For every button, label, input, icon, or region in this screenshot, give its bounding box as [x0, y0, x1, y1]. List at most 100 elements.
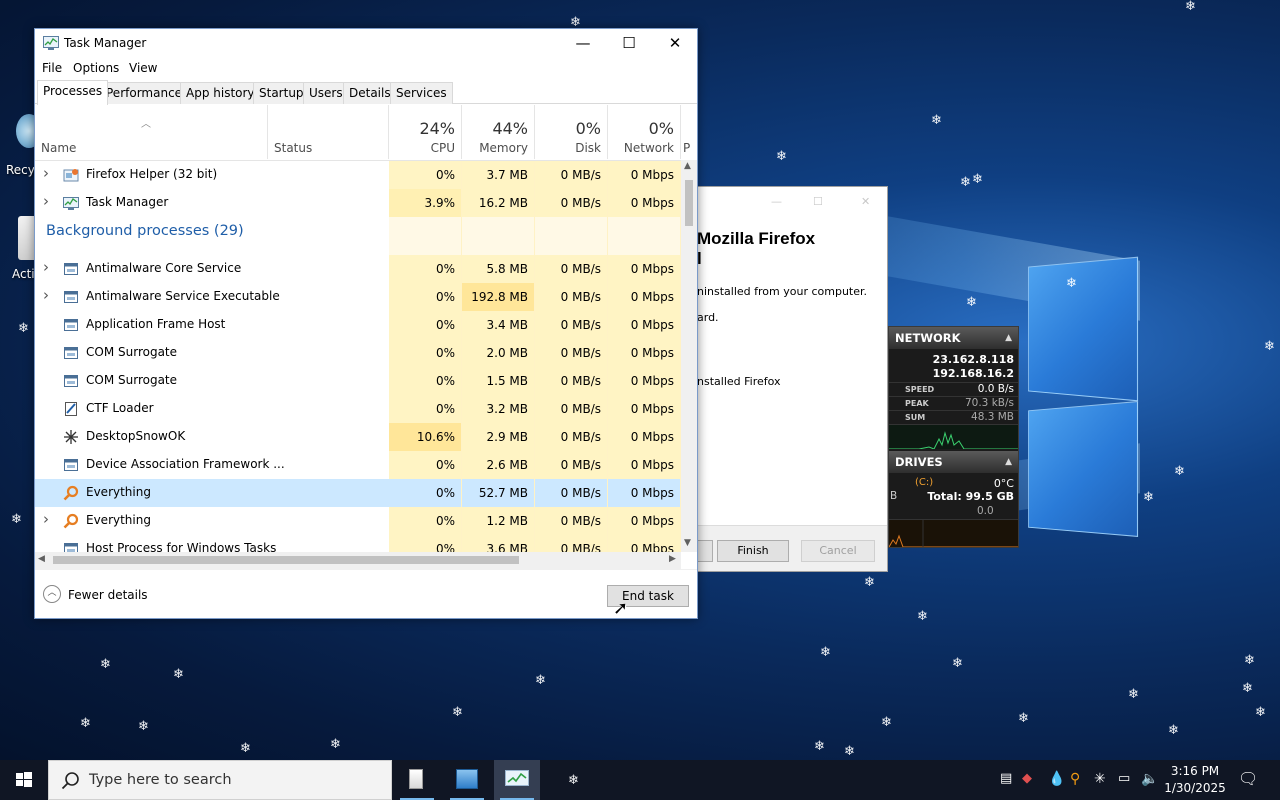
table-row[interactable]: › Antimalware Core Service 0% 5.8 MB 0 MB/s 0…: [35, 255, 681, 283]
vertical-scrollbar[interactable]: ▲ ▼: [681, 160, 697, 552]
menu-options[interactable]: Options: [73, 61, 119, 75]
tray-gadget-icon[interactable]: ◆: [1022, 771, 1032, 786]
cancel-button[interactable]: Cancel: [801, 540, 875, 562]
scroll-left-arrow-icon[interactable]: ◀: [38, 554, 45, 564]
process-cpu-cell: 0%: [389, 479, 462, 507]
horizontal-scroll-thumb[interactable]: [53, 556, 519, 564]
close-button[interactable]: ✕: [652, 29, 698, 58]
tab-services[interactable]: Services: [390, 82, 453, 104]
minimize-button[interactable]: —: [560, 29, 606, 58]
start-button[interactable]: [0, 760, 48, 800]
tab-users[interactable]: Users: [303, 82, 349, 104]
scroll-down-arrow-icon[interactable]: ▼: [684, 538, 691, 548]
column-header-disk[interactable]: 0% Disk: [535, 105, 608, 159]
process-name: DesktopSnowOK: [86, 429, 186, 443]
chevron-right-icon[interactable]: ›: [43, 510, 49, 528]
table-row[interactable]: › Task Manager 3.9% 16.2 MB 0 MB/s 0 Mbps: [35, 189, 681, 217]
search-box[interactable]: Type here to search: [48, 760, 392, 800]
tab-details[interactable]: Details: [343, 82, 397, 104]
column-name-label: Name: [41, 141, 77, 155]
column-header-network[interactable]: 0% Network: [608, 105, 681, 159]
task-manager-icon: [43, 36, 59, 50]
table-row[interactable]: Host Process for Windows Tasks 0% 3.6 MB 0 …: [35, 535, 681, 552]
clock-time: 3:16 PM: [1170, 764, 1220, 778]
maximize-icon[interactable]: ☐: [813, 195, 823, 208]
finish-button[interactable]: Finish: [717, 540, 789, 562]
collapse-arrow-icon[interactable]: ▲: [1005, 451, 1012, 473]
taskbar-task-manager[interactable]: [494, 760, 540, 800]
title-bar[interactable]: Task Manager — ☐ ✕: [35, 29, 697, 58]
table-row[interactable]: Device Association Framework ... 0% 2.6 MB…: [35, 451, 681, 479]
chevron-up-circle-icon[interactable]: ︿: [43, 585, 61, 603]
tray-everything-icon[interactable]: ⚲: [1070, 771, 1080, 787]
table-row[interactable]: CTF Loader 0% 3.2 MB 0 MB/s 0 Mbps: [35, 395, 681, 423]
chevron-right-icon[interactable]: ›: [43, 192, 49, 210]
recycle-bin-label[interactable]: Recy: [6, 163, 35, 177]
tray-volume-icon[interactable]: 🔈: [1141, 771, 1158, 787]
process-disk-cell: 0 MB/s: [535, 395, 608, 423]
table-row[interactable]: COM Surrogate 0% 2.0 MB 0 MB/s 0 Mbps: [35, 339, 681, 367]
tab-performance[interactable]: Performance: [100, 82, 189, 104]
fewer-details-link[interactable]: Fewer details: [68, 588, 148, 602]
snowflake-icon: ❄: [173, 667, 184, 682]
taskbar-clock[interactable]: 3:16 PM 1/30/2025: [1164, 763, 1226, 797]
column-header-cpu[interactable]: 24% CPU: [389, 105, 462, 159]
process-disk-cell: 0 MB/s: [535, 255, 608, 283]
tray-network-icon[interactable]: ▭: [1118, 771, 1130, 786]
windows-logo-icon: [16, 772, 32, 787]
column-header-power[interactable]: P: [681, 105, 697, 159]
taskbar-file-explorer[interactable]: [394, 760, 440, 800]
table-row[interactable]: Everything 0% 52.7 MB 0 MB/s 0 Mbps: [35, 479, 681, 507]
notifications-icon[interactable]: 🗨: [1238, 769, 1258, 788]
network-header[interactable]: NETWORK ▲: [889, 327, 1018, 349]
vertical-scroll-thumb[interactable]: [685, 180, 693, 226]
cpu-total: 24%: [419, 119, 455, 138]
local-ip: 192.168.16.2: [932, 367, 1014, 380]
activate-label[interactable]: Acti: [12, 267, 35, 281]
table-row[interactable]: › Everything 0% 1.2 MB 0 MB/s 0 Mbps: [35, 507, 681, 535]
table-row[interactable]: › Firefox Helper (32 bit) 0% 3.7 MB 0 MB/s 0 …: [35, 161, 681, 189]
firefox-helper-icon: [63, 167, 79, 183]
speed-value: 0.0 B/s: [977, 383, 1014, 395]
drives-header[interactable]: DRIVES ▲: [889, 451, 1018, 473]
tab-app-history[interactable]: App history: [180, 82, 261, 104]
minimize-icon[interactable]: —: [771, 195, 782, 208]
column-header-status[interactable]: Status: [268, 105, 389, 159]
tray-monitor-icon[interactable]: ▤: [1000, 771, 1012, 786]
table-row[interactable]: COM Surrogate 0% 1.5 MB 0 MB/s 0 Mbps: [35, 367, 681, 395]
process-list: › Firefox Helper (32 bit) 0% 3.7 MB 0 MB/s 0 …: [35, 160, 681, 552]
process-memory-cell: 1.5 MB: [462, 367, 535, 395]
process-status-cell: [268, 161, 389, 189]
service-icon: [63, 457, 79, 473]
column-header-name[interactable]: ︿ Name: [35, 105, 268, 159]
scroll-up-arrow-icon[interactable]: ▲: [684, 161, 691, 171]
service-icon: [63, 345, 79, 361]
snowflake-icon: ❄: [1168, 723, 1179, 738]
table-row[interactable]: Application Frame Host 0% 3.4 MB 0 MB/s 0 Mb…: [35, 311, 681, 339]
menu-file[interactable]: File: [42, 61, 62, 75]
process-status-cell: [268, 367, 389, 395]
column-header-memory[interactable]: 44% Memory: [462, 105, 535, 159]
chevron-right-icon[interactable]: ›: [43, 258, 49, 276]
chevron-right-icon[interactable]: ›: [43, 164, 49, 182]
chevron-right-icon[interactable]: ›: [43, 286, 49, 304]
memory-total: 44%: [492, 119, 528, 138]
horizontal-scrollbar[interactable]: ◀ ▶: [35, 552, 681, 569]
close-icon[interactable]: ✕: [861, 195, 870, 208]
tray-snowflake-icon[interactable]: ✳: [1094, 771, 1106, 787]
peak-label: PEAK: [905, 399, 929, 408]
collapse-arrow-icon[interactable]: ▲: [1005, 327, 1012, 349]
group-header-background-processes[interactable]: Background processes (29): [35, 217, 681, 255]
table-row[interactable]: DesktopSnowOK 10.6% 2.9 MB 0 MB/s 0 Mbps: [35, 423, 681, 451]
taskbar-control-panel[interactable]: [444, 760, 490, 800]
process-cpu-cell: 0%: [389, 507, 462, 535]
process-memory-cell: 1.2 MB: [462, 507, 535, 535]
uninstaller-text-1: ninstalled from your computer.: [697, 285, 868, 298]
scroll-right-arrow-icon[interactable]: ▶: [669, 554, 676, 564]
maximize-button[interactable]: ☐: [606, 29, 652, 58]
table-row[interactable]: › Antimalware Service Executable 0% 192.8 M…: [35, 283, 681, 311]
menu-view[interactable]: View: [129, 61, 157, 75]
tab-processes[interactable]: Processes: [37, 80, 109, 105]
tray-drop-icon[interactable]: 💧: [1048, 771, 1065, 787]
tab-startup[interactable]: Startup: [253, 82, 310, 104]
